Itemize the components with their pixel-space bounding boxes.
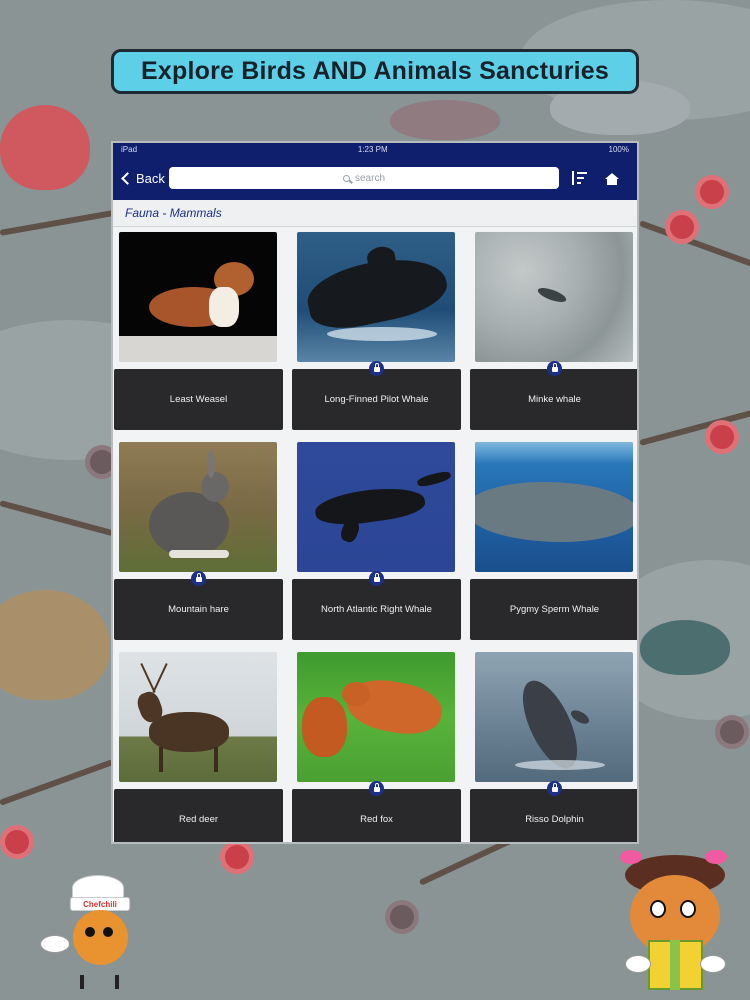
section-title: Fauna - Mammals (125, 206, 222, 220)
animal-card[interactable]: North Atlantic Right Whale (292, 442, 461, 641)
animal-name: Red fox (360, 814, 393, 825)
lock-icon (369, 781, 384, 796)
chef-badge-text: Chefchili (83, 899, 117, 909)
status-time: 1:23 PM (357, 145, 388, 154)
animal-photo-weasel (119, 232, 277, 362)
animal-card[interactable]: Red deer (114, 652, 283, 842)
animal-photo-sperm-whale (475, 442, 633, 572)
animal-photo-hare (119, 442, 277, 572)
app-screen: iPad 1:23 PM 100% Back search Fauna - Ma… (111, 141, 639, 844)
girl-gift-mascot (610, 850, 735, 995)
lock-icon (369, 571, 384, 586)
animal-card[interactable]: Pygmy Sperm Whale (470, 442, 637, 641)
chef-mascot: Chefchili (40, 875, 135, 995)
lock-icon (547, 781, 562, 796)
animal-name: Red deer (178, 814, 219, 825)
animal-grid: Least Weasel Long-Finned Pilot Whale Min… (113, 227, 637, 842)
animal-card[interactable]: Long-Finned Pilot Whale (292, 232, 461, 431)
home-icon[interactable] (605, 173, 619, 185)
red-bird-illustration (0, 105, 90, 190)
animal-name: Risso Dolphin (525, 814, 584, 825)
status-bar: iPad 1:23 PM 100% (113, 143, 637, 156)
animal-name: Minke whale (528, 394, 581, 405)
back-label: Back (136, 170, 165, 186)
animal-name: Least Weasel (169, 394, 228, 405)
animal-name: Mountain hare (168, 604, 229, 615)
search-placeholder: search (354, 172, 385, 184)
animal-name: North Atlantic Right Whale (321, 604, 432, 615)
animal-photo-deer (119, 652, 277, 782)
animal-card[interactable]: Risso Dolphin (470, 652, 637, 842)
animal-card[interactable]: Least Weasel (114, 232, 283, 431)
sort-icon[interactable] (571, 171, 587, 185)
animal-card[interactable]: Mountain hare (114, 442, 283, 641)
status-device: iPad (121, 145, 138, 154)
search-icon (342, 174, 350, 182)
animal-photo-minke-whale (475, 232, 633, 362)
lock-icon (191, 571, 206, 586)
banner-title: Explore Birds AND Animals Sancturies (141, 57, 609, 85)
animal-photo-fox (297, 652, 455, 782)
animal-photo-pilot-whale (297, 232, 455, 362)
animal-name: Long-Finned Pilot Whale (324, 394, 429, 405)
section-header: Fauna - Mammals (113, 200, 637, 227)
lock-icon (547, 361, 562, 376)
status-battery: 100% (608, 145, 629, 154)
back-button[interactable]: Back (119, 171, 169, 186)
lock-icon (369, 361, 384, 376)
animal-card[interactable]: Red fox (292, 652, 461, 842)
animal-card[interactable]: Minke whale (470, 232, 637, 431)
animal-photo-right-whale (297, 442, 455, 572)
animal-name: Pygmy Sperm Whale (509, 604, 600, 615)
title-banner: Explore Birds AND Animals Sancturies (111, 49, 639, 94)
nav-bar: Back search (113, 156, 637, 200)
animal-photo-dolphin (475, 652, 633, 782)
search-input[interactable]: search (169, 167, 559, 189)
chevron-left-icon (121, 171, 134, 185)
